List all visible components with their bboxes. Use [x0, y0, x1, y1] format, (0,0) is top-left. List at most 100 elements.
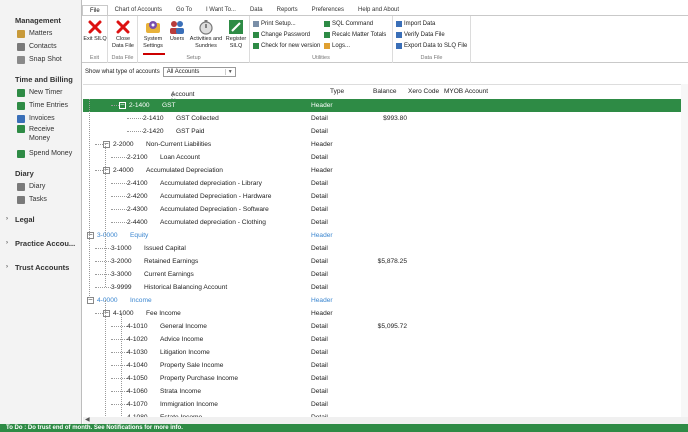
- sidebar-section-1[interactable]: Time and Billing: [0, 73, 81, 85]
- status-bar[interactable]: To Do : Do trust end of month. See Notif…: [0, 424, 688, 432]
- table-row[interactable]: 4-1070 Immigration Income Detail: [83, 398, 688, 411]
- sidebar-item-time-entries[interactable]: Time Entries: [0, 99, 81, 112]
- balance-cell: $5,095.72: [377, 323, 407, 330]
- sidebar-section-2[interactable]: Diary: [0, 167, 81, 179]
- scroll-left-icon[interactable]: ◀: [85, 416, 90, 423]
- col-header-myob-account[interactable]: MYOB Account: [444, 88, 488, 95]
- account-cell: 3-9999 Historical Balancing Account: [111, 281, 227, 294]
- import-data-button[interactable]: Import Data: [396, 19, 435, 28]
- table-row[interactable]: 4-1060 Strata Income Detail: [83, 385, 688, 398]
- change-password-label: Change Password: [261, 31, 311, 38]
- account-code: 2-4100: [127, 180, 148, 187]
- sidebar-item-receive-money[interactable]: Receive Money: [0, 125, 81, 145]
- col-header-balance[interactable]: Balance: [373, 88, 397, 95]
- table-row[interactable]: 2-4400 Accumulated depreciation - Clothin…: [83, 216, 688, 229]
- vertical-scrollbar[interactable]: [681, 84, 688, 417]
- table-row[interactable]: 4-1040 Property Sale Income Detail: [83, 359, 688, 372]
- balance-cell: $5,878.25: [377, 258, 407, 265]
- table-row[interactable]: –3-0000 Equity Header: [83, 229, 688, 242]
- tree-connector: [95, 261, 111, 262]
- table-row[interactable]: 2-1420 GST Paid Detail: [83, 125, 688, 138]
- collapse-icon[interactable]: –: [119, 101, 126, 109]
- sql-command-button[interactable]: SQL Command: [324, 19, 373, 28]
- account-type-select[interactable]: All Accounts ▼: [162, 67, 236, 77]
- account-code: 4-1040: [127, 362, 148, 369]
- tree-connector: [95, 170, 103, 171]
- recalc-matter-totals-button[interactable]: Recalc Matter Totals: [324, 30, 386, 39]
- table-row[interactable]: –2-1400 GST Header: [83, 99, 688, 112]
- table-row[interactable]: 4-1030 Litigation Income Detail: [83, 346, 688, 359]
- system-settings-button[interactable]: System Settings: [141, 19, 165, 49]
- table-row[interactable]: 4-1050 Property Purchase Income Detail: [83, 372, 688, 385]
- sidebar-item-invoices[interactable]: Invoices: [0, 112, 81, 125]
- table-row[interactable]: 2-1410 GST Collected Detail $993.80: [83, 112, 688, 125]
- sidebar-section-3[interactable]: › Legal: [0, 213, 81, 225]
- table-row[interactable]: 2-4200 Accumulated Depreciation - Hardwar…: [83, 190, 688, 203]
- account-name: Issued Capital: [144, 245, 186, 252]
- recalc-matter-totals-label: Recalc Matter Totals: [332, 31, 387, 38]
- sidebar-item-contacts[interactable]: Contacts: [0, 40, 81, 53]
- table-row[interactable]: –4-1000 Fee Income Header: [83, 307, 688, 320]
- activities-sundries-label: Activities and Sundries: [189, 36, 223, 49]
- table-row[interactable]: 4-1010 General Income Detail $5,095.72: [83, 320, 688, 333]
- account-cell: 4-1040 Property Sale Income: [127, 359, 223, 372]
- sidebar-section-5[interactable]: › Trust Accounts: [0, 261, 81, 273]
- account-cell: 2-4400 Accumulated depreciation - Clothin…: [127, 216, 266, 229]
- type-cell: Detail: [311, 323, 328, 330]
- type-cell: Header: [311, 232, 333, 239]
- col-header-xero-code[interactable]: Xero Code: [408, 88, 439, 95]
- export-data-button[interactable]: Export Data to SLQ File: [396, 41, 467, 50]
- horizontal-scrollbar[interactable]: ◀: [83, 417, 688, 424]
- tasks-icon: [17, 195, 25, 204]
- check-version-button[interactable]: Check for new version: [253, 41, 320, 50]
- register-silq-button[interactable]: Register SILQ: [223, 19, 249, 49]
- table-row[interactable]: 3-2000 Retained Earnings Detail $5,878.25: [83, 255, 688, 268]
- ribbon-group-utilities: Print Setup... Change Password Check for…: [250, 16, 393, 63]
- type-cell: Detail: [311, 258, 328, 265]
- table-row[interactable]: –2-2000 Non-Current Liabilities Header: [83, 138, 688, 151]
- col-header-type[interactable]: Type: [330, 88, 344, 95]
- account-name: Historical Balancing Account: [144, 284, 228, 291]
- table-row[interactable]: 3-3000 Current Earnings Detail: [83, 268, 688, 281]
- users-label: Users: [169, 36, 185, 42]
- tree-connector: [111, 326, 127, 327]
- table-row[interactable]: 2-4100 Accumulated depreciation - Library…: [83, 177, 688, 190]
- account-code: 4-1050: [127, 375, 148, 382]
- stopwatch-icon: [199, 20, 213, 35]
- verify-data-file-button[interactable]: Verify Data File: [396, 30, 445, 39]
- type-cell: Detail: [311, 128, 328, 135]
- account-cell: 3-1000 Issued Capital: [111, 242, 186, 255]
- sidebar-item-snap-shot[interactable]: Snap Shot: [0, 53, 81, 66]
- table-row[interactable]: 3-1000 Issued Capital Detail: [83, 242, 688, 255]
- tree-connector: [111, 183, 127, 184]
- table-row[interactable]: 2-2100 Loan Account Detail: [83, 151, 688, 164]
- sidebar-item-matters[interactable]: Matters: [0, 27, 81, 40]
- sql-icon: [324, 20, 330, 27]
- tree-connector: [95, 274, 111, 275]
- table-row[interactable]: 2-4300 Accumulated Depreciation - Softwar…: [83, 203, 688, 216]
- recalc-icon: [324, 31, 330, 38]
- table-row[interactable]: –4-0000 Income Header: [83, 294, 688, 307]
- change-password-button[interactable]: Change Password: [253, 30, 310, 39]
- sidebar-section-0[interactable]: Management: [0, 14, 81, 26]
- activities-sundries-button[interactable]: Activities and Sundries: [189, 19, 223, 49]
- table-row[interactable]: 4-1020 Advice Income Detail: [83, 333, 688, 346]
- account-code: 4-1060: [127, 388, 148, 395]
- print-setup-button[interactable]: Print Setup...: [253, 19, 296, 28]
- sidebar-section-4[interactable]: › Practice Accou...: [0, 237, 81, 249]
- close-data-file-button[interactable]: Close Data File: [111, 19, 135, 49]
- table-row[interactable]: –2-4000 Accumulated Depreciation Header: [83, 164, 688, 177]
- logs-button[interactable]: Logs...: [324, 41, 350, 50]
- sidebar-item-diary[interactable]: Diary: [0, 180, 81, 193]
- sidebar-item-new-timer[interactable]: New Timer: [0, 86, 81, 99]
- table-row[interactable]: 3-9999 Historical Balancing Account Detail: [83, 281, 688, 294]
- ribbon-group-exit: Exit SILQ Exit: [82, 16, 108, 63]
- users-button[interactable]: Users: [165, 19, 189, 43]
- sidebar-item-spend-money[interactable]: Spend Money: [0, 147, 81, 160]
- sidebar-item-tasks[interactable]: Tasks: [0, 193, 81, 206]
- ribbon-group-setup: System Settings Users Activities and Sun…: [138, 16, 250, 63]
- account-code: 2-1410: [143, 115, 164, 122]
- type-cell: Detail: [311, 193, 328, 200]
- exit-silq-button[interactable]: Exit SILQ: [83, 19, 107, 43]
- account-cell: 4-1070 Immigration Income: [127, 398, 218, 411]
